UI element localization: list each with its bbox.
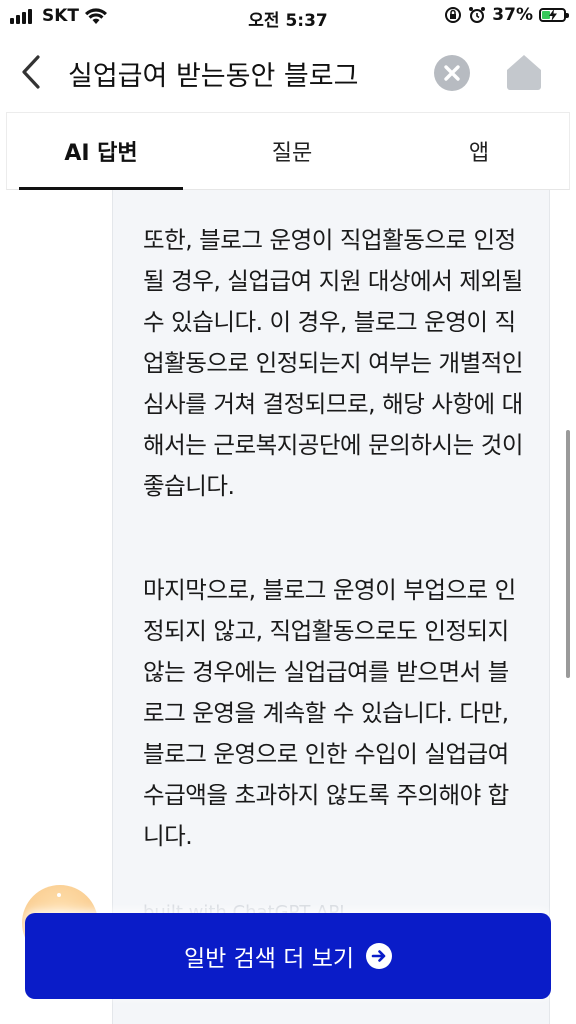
tab-apps[interactable]: 앱 [397,113,561,189]
cta-label: 일반 검색 더 보기 [183,946,355,972]
home-button[interactable] [503,51,545,93]
tab-label: AI 답변 [64,141,138,166]
battery-charging-icon [539,8,569,22]
answer-paragraph: 마지막으로, 블로그 운영이 부업으로 인정되지 않고, 직업활동으로도 인정되… [143,576,516,850]
answer-paragraph: 또한, 블로그 운영이 직업활동으로 인정될 경우, 실업급여 지원 대상에서 … [143,226,523,500]
alarm-icon [469,7,486,23]
scrollbar[interactable] [566,430,570,678]
home-icon [507,55,541,90]
search-header: 실업급여 받는동안 블로그 [0,34,576,112]
orientation-lock-icon [445,7,462,23]
clear-button[interactable] [434,55,470,91]
more-web-search-button[interactable]: 일반 검색 더 보기 [25,913,551,999]
tab-questions[interactable]: 질문 [207,113,377,189]
clear-icon [444,65,460,81]
tab-ai-answer[interactable]: AI 답변 [19,113,183,190]
back-button[interactable] [14,52,50,92]
status-bar: SKT 오전 5:37 37% [0,0,576,34]
search-query[interactable]: 실업급여 받는동안 블로그 [68,54,418,93]
arrow-right-icon [366,943,393,969]
battery-percent: 37% [492,5,533,25]
tab-label: 앱 [468,141,490,166]
ai-answer-card: 또한, 블로그 운영이 직업활동으로 인정될 경우, 실업급여 지원 대상에서 … [112,190,550,1024]
tab-label: 질문 [271,141,313,166]
result-tabs: AI 답변 질문 앱 [6,112,570,190]
back-chevron-icon [22,55,40,89]
